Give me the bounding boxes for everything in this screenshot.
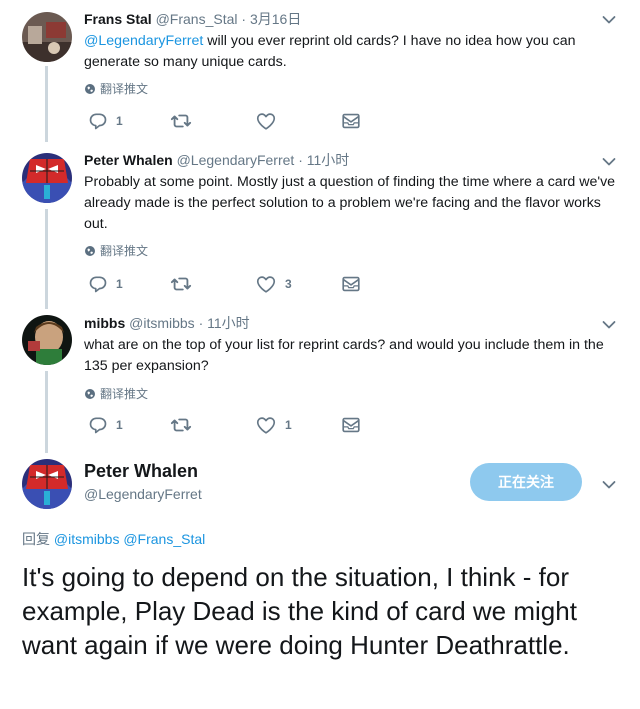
chevron-down-icon[interactable] — [602, 480, 616, 490]
reply-count: 1 — [116, 418, 123, 432]
like-button[interactable]: 1 — [255, 414, 292, 436]
tweet-header: Frans Stal @Frans_Stal · 3月16日 — [84, 10, 301, 28]
user-handle[interactable]: @Frans_Stal — [156, 11, 238, 27]
replying-to: 回复 @itsmibbs @Frans_Stal — [22, 529, 205, 549]
translate-label[interactable]: 翻译推文 — [100, 242, 148, 259]
translate-label[interactable]: 翻译推文 — [100, 80, 148, 97]
timestamp[interactable]: 3月16日 — [250, 11, 301, 27]
avatar[interactable] — [22, 153, 72, 203]
chevron-down-icon[interactable] — [602, 15, 616, 25]
display-name[interactable]: mibbs — [84, 315, 125, 331]
tweet-header: mibbs @itsmibbs · 11小时 — [84, 314, 250, 332]
main-display-name[interactable]: Peter Whalen — [84, 461, 198, 482]
reply-button[interactable]: 1 — [88, 273, 123, 295]
separator: · — [241, 11, 247, 27]
reply-button[interactable]: 1 — [88, 110, 123, 132]
reply-count: 1 — [116, 277, 123, 291]
separator: · — [198, 315, 204, 331]
tweet-frans-stal[interactable]: Frans Stal @Frans_Stal · 3月16日 @Legendar… — [0, 0, 640, 142]
dm-icon — [340, 273, 362, 295]
reply-prefix: 回复 — [22, 531, 50, 547]
reply-mentions[interactable]: @itsmibbs @Frans_Stal — [54, 531, 205, 547]
tweet-peter-whalen[interactable]: Peter Whalen @LegendaryFerret · 11小时 Pro… — [0, 142, 640, 309]
like-button[interactable]: 3 — [255, 273, 292, 295]
dm-icon — [340, 110, 362, 132]
reply-count: 1 — [116, 114, 123, 128]
reply-icon — [88, 274, 108, 294]
dm-icon — [340, 414, 362, 436]
globe-icon — [84, 83, 96, 95]
thread-line — [45, 209, 48, 309]
tweet-actions: 1 3 — [84, 273, 384, 295]
translate-tweet[interactable]: 翻译推文 — [84, 242, 148, 259]
thread-line — [45, 371, 48, 453]
avatar[interactable] — [22, 315, 72, 365]
translate-tweet[interactable]: 翻译推文 — [84, 80, 148, 97]
retweet-icon — [170, 273, 192, 295]
following-button[interactable]: 正在关注 — [470, 463, 582, 501]
like-icon — [255, 273, 277, 295]
main-user-handle[interactable]: @LegendaryFerret — [84, 486, 202, 502]
thread-line — [45, 66, 48, 142]
like-icon — [255, 110, 277, 132]
chevron-down-icon[interactable] — [602, 320, 616, 330]
retweet-button[interactable] — [170, 110, 200, 132]
reply-icon — [88, 111, 108, 131]
main-tweet-text: It's going to depend on the situation, I… — [22, 562, 577, 660]
like-count: 3 — [285, 277, 292, 291]
tweet-actions: 1 1 — [84, 414, 384, 436]
tweet-header: Peter Whalen @LegendaryFerret · 11小时 — [84, 151, 349, 169]
translate-label[interactable]: 翻译推文 — [100, 385, 148, 402]
mention-link[interactable]: @LegendaryFerret — [84, 33, 203, 49]
tweet-text: Probably at some point. Mostly just a qu… — [84, 174, 616, 232]
tweet-mibbs[interactable]: mibbs @itsmibbs · 11小时 what are on the t… — [0, 305, 640, 453]
user-handle[interactable]: @itsmibbs — [129, 315, 195, 331]
display-name[interactable]: Frans Stal — [84, 11, 152, 27]
main-avatar[interactable] — [22, 459, 72, 509]
globe-icon — [84, 245, 96, 257]
reply-icon — [88, 415, 108, 435]
like-button[interactable] — [255, 110, 285, 132]
globe-icon — [84, 388, 96, 400]
separator: · — [298, 152, 303, 168]
chevron-down-icon[interactable] — [602, 157, 616, 167]
tweet-actions: 1 — [84, 110, 384, 132]
avatar[interactable] — [22, 12, 72, 62]
translate-tweet[interactable]: 翻译推文 — [84, 385, 148, 402]
dm-button[interactable] — [340, 110, 362, 132]
reply-button[interactable]: 1 — [88, 414, 123, 436]
like-count: 1 — [285, 418, 292, 432]
retweet-icon — [170, 110, 192, 132]
user-handle[interactable]: @LegendaryFerret — [177, 152, 295, 168]
tweet-text: what are on the top of your list for rep… — [84, 337, 604, 374]
timestamp[interactable]: 11小时 — [307, 152, 350, 168]
retweet-button[interactable] — [170, 414, 200, 436]
timestamp[interactable]: 11小时 — [207, 315, 250, 331]
dm-button[interactable] — [340, 414, 362, 436]
retweet-button[interactable] — [170, 273, 200, 295]
retweet-icon — [170, 414, 192, 436]
like-icon — [255, 414, 277, 436]
tweet-text: @LegendaryFerret will you ever reprint o… — [84, 31, 619, 73]
display-name[interactable]: Peter Whalen — [84, 152, 173, 168]
dm-button[interactable] — [340, 273, 362, 295]
